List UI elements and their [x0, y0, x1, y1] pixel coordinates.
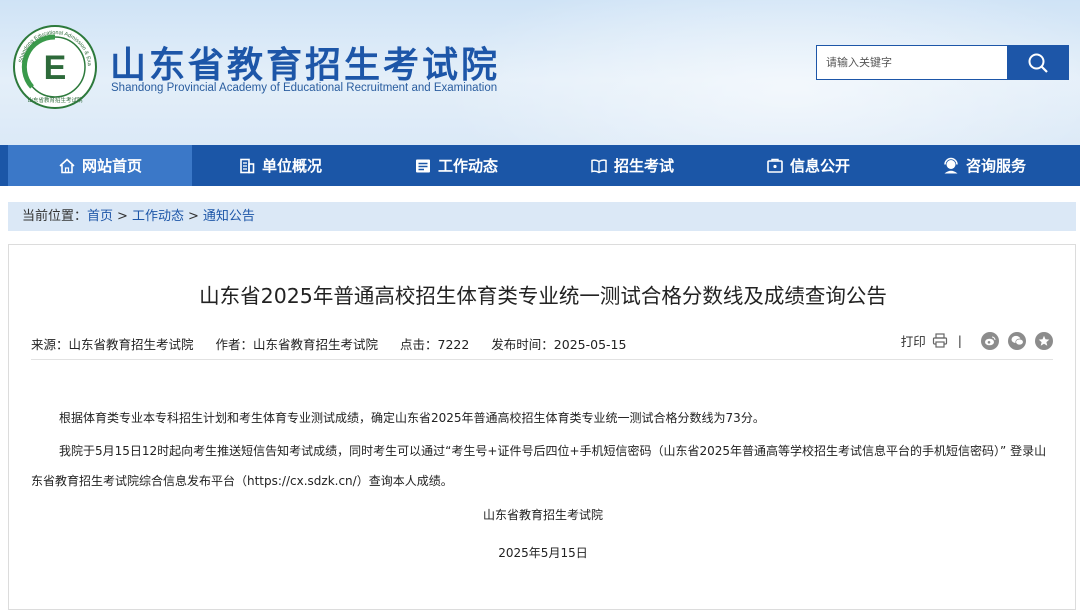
meta-clicks: 点击：7222 [400, 337, 470, 352]
article-meta: 来源：山东省教育招生考试院 作者：山东省教育招生考试院 点击：7222 发布时间… [31, 334, 644, 353]
print-link[interactable]: 打印 [901, 331, 926, 350]
nav-item-about[interactable]: 单位概况 [192, 145, 368, 186]
meta-divider [31, 359, 1053, 360]
site-logo[interactable]: E Shandong Educational Admission & Exami… [12, 24, 98, 110]
site-subtitle: Shandong Provincial Academy of Education… [111, 82, 498, 94]
logo-bottom-text: 山东省教育招生考试院 [27, 96, 83, 104]
breadcrumb-link-home[interactable]: 首页 [87, 209, 113, 224]
nav-item-exams[interactable]: 招生考试 [544, 145, 720, 186]
nav-item-disclosure[interactable]: 信息公开 [720, 145, 896, 186]
article-paragraph: 我院于5月15日12时起向考生推送短信告知考试成绩，同时考生可以通过“考生号+证… [31, 444, 1047, 488]
article-paragraph: 根据体育类专业本专科招生计划和考生体育专业测试成绩，确定山东省2025年普通高校… [59, 411, 765, 425]
favorite-share-icon[interactable] [1035, 331, 1053, 350]
meta-published: 发布时间：2025-05-15 [491, 337, 627, 352]
nav-item-news[interactable]: 工作动态 [368, 145, 544, 186]
headset-icon [942, 157, 960, 175]
breadcrumb-prefix: 当前位置： [22, 209, 88, 224]
breadcrumb-separator: > [187, 209, 199, 224]
article-signature: 山东省教育招生考试院 [482, 508, 603, 522]
nav-item-home[interactable]: 网站首页 [8, 145, 192, 186]
breadcrumb-separator: > [117, 209, 128, 224]
nav-label: 工作动态 [437, 157, 498, 175]
logo-letter: E [44, 49, 67, 87]
nav-label: 网站首页 [81, 157, 142, 175]
article-title: 山东省2025年普通高校招生体育类专业统一测试合格分数线及成绩查询公告 [199, 284, 887, 308]
printer-icon[interactable] [932, 333, 948, 348]
site-title[interactable]: 山东省教育招生考试院 [110, 36, 500, 88]
nav-label: 单位概况 [261, 157, 322, 175]
search-input[interactable] [816, 45, 1008, 80]
home-icon [58, 157, 76, 175]
weibo-share-icon[interactable] [981, 331, 999, 350]
wechat-share-icon[interactable] [1008, 331, 1026, 350]
breadcrumb-link-notices[interactable]: 通知公告 [203, 209, 255, 224]
article-date: 2025年5月15日 [498, 546, 588, 560]
search-button[interactable] [1007, 45, 1069, 80]
search-icon [1028, 53, 1048, 73]
article-panel: 山东省2025年普通高校招生体育类专业统一测试合格分数线及成绩查询公告 来源：山… [8, 244, 1076, 610]
breadcrumb: 当前位置：首页 > 工作动态 > 通知公告 [8, 202, 1076, 231]
nav-label: 招生考试 [613, 157, 674, 175]
article-tools: 打印 | [901, 331, 1053, 350]
main-nav: 网站首页 单位概况 工作动态 招生考试 信息公开 咨询服务 [0, 145, 1080, 186]
nav-label: 咨询服务 [965, 157, 1026, 175]
breadcrumb-link-news[interactable]: 工作动态 [132, 209, 184, 224]
article-body: 根据体育类专业本专科招生计划和考生体育专业测试成绩，确定山东省2025年普通高校… [31, 403, 1055, 568]
nav-label: 信息公开 [789, 157, 850, 175]
nav-item-service[interactable]: 咨询服务 [896, 145, 1072, 186]
building-icon [238, 157, 256, 175]
meta-source: 来源：山东省教育招生考试院 [31, 337, 194, 352]
info-icon [766, 157, 784, 175]
book-icon [590, 157, 608, 175]
list-icon [414, 157, 432, 175]
tools-divider: | [957, 333, 962, 348]
meta-author: 作者：山东省教育招生考试院 [215, 337, 379, 352]
site-header: E Shandong Educational Admission & Exami… [0, 0, 1080, 145]
